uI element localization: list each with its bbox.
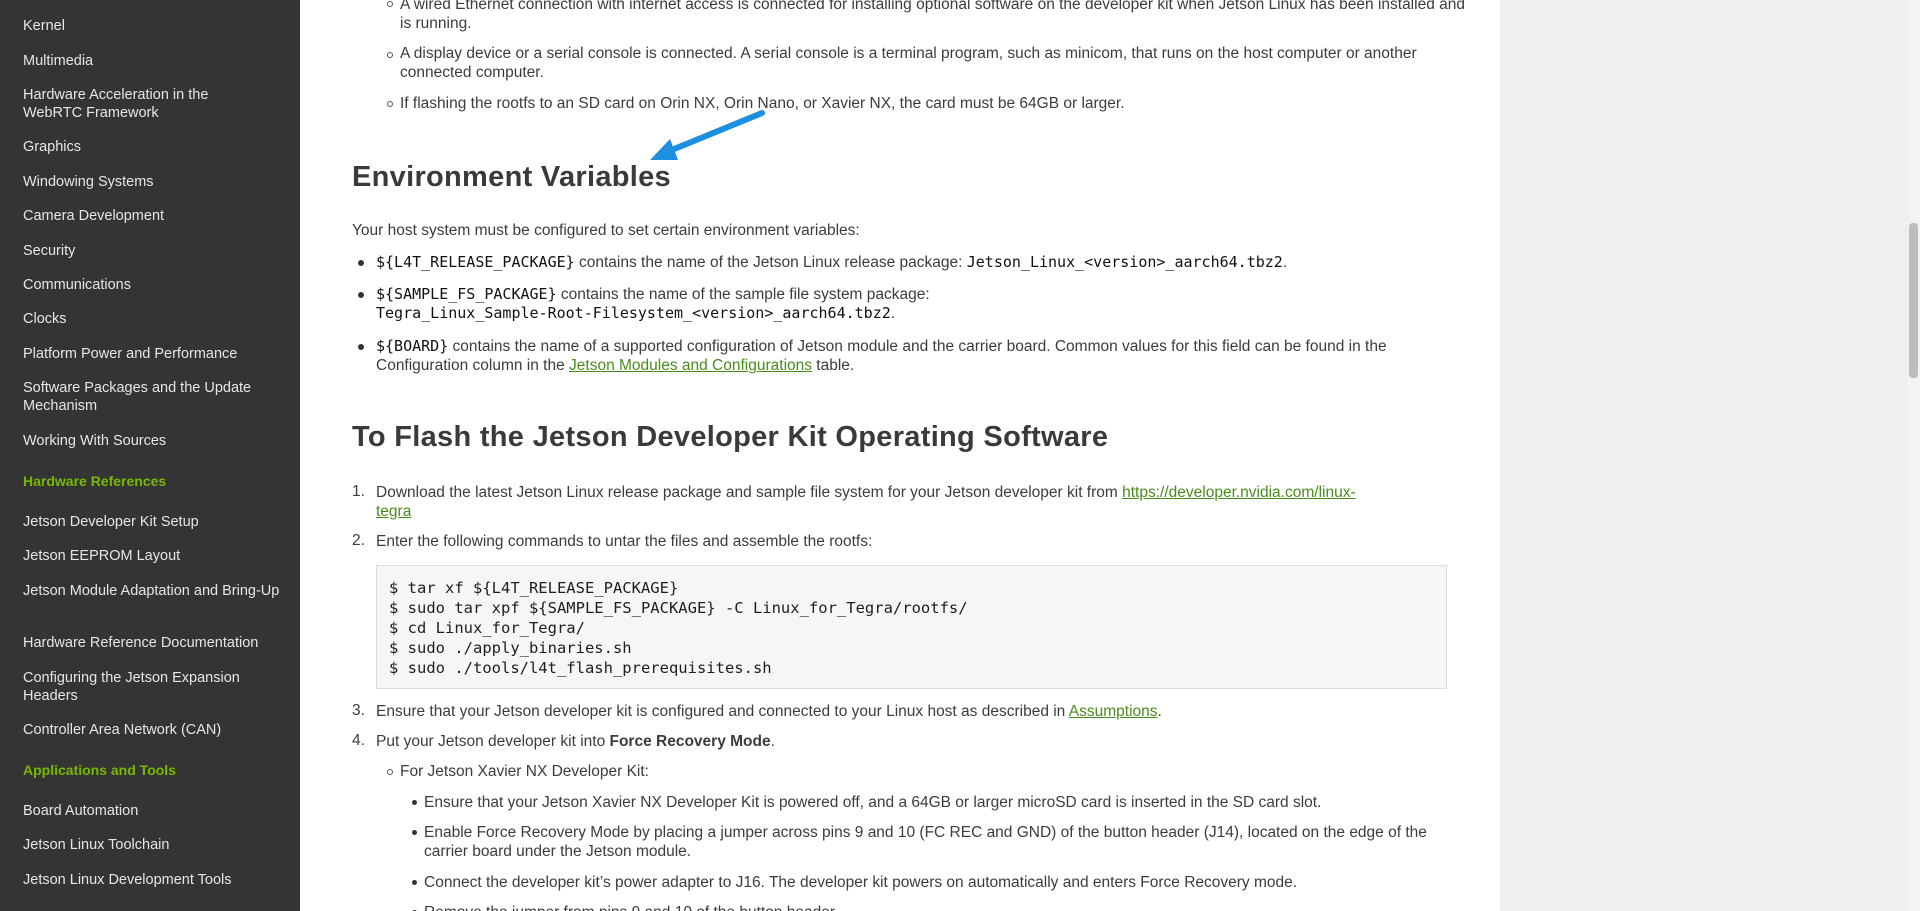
link-modules-configurations[interactable]: Jetson Modules and Configurations [569, 357, 812, 374]
code-l4t-release: ${L4T_RELEASE_PACKAGE} [376, 253, 575, 271]
link-developer-nvidia-cont[interactable]: tegra [376, 503, 411, 520]
sidebar-section-apps[interactable]: Applications and Tools [23, 761, 282, 779]
sidebar-item-webrtc[interactable]: Hardware Acceleration in the WebRTC Fram… [23, 86, 238, 122]
sidebar-section-hardware[interactable]: Hardware References [23, 472, 282, 490]
xavier-nx-heading: For Jetson Xavier NX Developer Kit: [400, 763, 649, 780]
list-bullet [387, 101, 393, 107]
step-number: 3. [352, 702, 365, 719]
sidebar-item-devkit-setup[interactable]: Jetson Developer Kit Setup [23, 513, 282, 531]
step-number: 1. [352, 483, 365, 500]
xavier-step-power-off: Ensure that your Jetson Xavier NX Develo… [424, 794, 1322, 811]
period: . [1282, 254, 1288, 271]
sidebar-item-can[interactable]: Controller Area Network (CAN) [23, 721, 282, 739]
sidebar-item-communications[interactable]: Communications [23, 276, 282, 294]
sidebar-item-camera[interactable]: Camera Development [23, 207, 282, 225]
env-variables-heading: Environment Variables [352, 161, 671, 193]
env-var2-text: contains the name of the sample file sys… [556, 286, 930, 303]
env-var3-tail: table. [812, 357, 855, 374]
step-ensure-connected: Ensure that your Jetson developer kit is… [376, 702, 1456, 721]
sidebar-item-sources[interactable]: Working With Sources [23, 432, 282, 450]
main-content: A wired Ethernet connection with interne… [300, 0, 1500, 911]
list-bullet [412, 880, 417, 885]
step3-text: Ensure that your Jetson developer kit is… [376, 703, 1069, 720]
env-var1-text: contains the name of the Jetson Linux re… [574, 254, 967, 271]
right-margin [1500, 0, 1908, 911]
sidebar-item-power[interactable]: Platform Power and Performance [23, 345, 282, 363]
list-bullet [387, 1, 393, 7]
xavier-step-jumper: Enable Force Recovery Mode by placing a … [424, 824, 1427, 860]
sidebar-item-toolchain[interactable]: Jetson Linux Toolchain [23, 836, 282, 854]
link-assumptions[interactable]: Assumptions [1069, 703, 1158, 720]
assumption-display: A display device or a serial console is … [400, 45, 1417, 81]
env-var-sample-fs: ${SAMPLE_FS_PACKAGE} contains the name o… [376, 285, 1476, 304]
code-block[interactable]: $ tar xf ${L4T_RELEASE_PACKAGE} $ sudo t… [376, 565, 1447, 689]
step-untar: Enter the following commands to untar th… [376, 533, 873, 550]
period: . [890, 305, 896, 322]
sidebar-item-security[interactable]: Security [23, 242, 282, 260]
period: . [1157, 703, 1162, 720]
list-bullet [358, 260, 364, 266]
step-number: 2. [352, 532, 365, 549]
link-developer-nvidia[interactable]: https://developer.nvidia.com/linux- [1122, 484, 1355, 501]
step-download-cont: tegra [376, 502, 411, 521]
list-bullet [358, 344, 364, 350]
step-force-recovery: Put your Jetson developer kit into Force… [376, 732, 775, 751]
sidebar-item-eeprom[interactable]: Jetson EEPROM Layout [23, 547, 282, 565]
list-bullet [387, 52, 393, 58]
sidebar-item-clocks[interactable]: Clocks [23, 310, 282, 328]
code-sample-fs: ${SAMPLE_FS_PACKAGE} [376, 285, 557, 303]
step-download: Download the latest Jetson Linux release… [376, 483, 1456, 502]
env-var-board: ${BOARD} contains the name of a supporte… [376, 337, 1456, 375]
sidebar-item-dev-tools[interactable]: Jetson Linux Development Tools [23, 871, 282, 889]
step1-text: Download the latest Jetson Linux release… [376, 484, 1123, 501]
xavier-step-power-adapter: Connect the developer kit’s power adapte… [424, 874, 1298, 891]
sidebar-item-software-packages[interactable]: Software Packages and the Update Mechani… [23, 379, 273, 415]
code-sample-fs-filename: Tegra_Linux_Sample-Root-Filesystem_<vers… [376, 304, 891, 322]
list-bullet [412, 830, 417, 835]
sidebar-item-multimedia[interactable]: Multimedia [23, 52, 282, 70]
assumption-ethernet: A wired Ethernet connection with interne… [400, 0, 1465, 32]
step4-text: Put your Jetson developer kit into [376, 733, 610, 750]
sidebar-item-kernel[interactable]: Kernel [23, 17, 282, 35]
env-var-release-package: ${L4T_RELEASE_PACKAGE} contains the name… [376, 253, 1476, 272]
env-intro: Your host system must be configured to s… [352, 222, 860, 239]
code-board: ${BOARD} [376, 337, 449, 355]
list-bullet [412, 800, 417, 805]
xavier-step-remove-jumper: Remove the jumper from pins 9 and 10 of … [424, 903, 1484, 911]
sidebar-item-windowing[interactable]: Windowing Systems [23, 173, 282, 191]
sidebar-item-hw-ref-docs[interactable]: Hardware Reference Documentation [23, 634, 282, 652]
sidebar-item-module-adaptation[interactable]: Jetson Module Adaptation and Bring-Up [23, 582, 283, 600]
sidebar-item-graphics[interactable]: Graphics [23, 138, 282, 156]
period: . [770, 733, 775, 750]
env-var-sample-fs-value: Tegra_Linux_Sample-Root-Filesystem_<vers… [376, 304, 1476, 323]
flash-heading: To Flash the Jetson Developer Kit Operat… [352, 421, 1109, 453]
list-bullet [387, 769, 393, 775]
force-recovery-bold: Force Recovery Mode [609, 733, 771, 750]
sidebar-item-expansion-headers[interactable]: Configuring the Jetson Expansion Headers [23, 669, 273, 705]
step-number: 4. [352, 732, 365, 749]
list-bullet [358, 292, 364, 298]
assumption-sd-card: If flashing the rootfs to an SD card on … [400, 95, 1125, 112]
sidebar-item-board-automation[interactable]: Board Automation [23, 802, 282, 820]
scrollbar-track[interactable] [1908, 0, 1920, 911]
scrollbar-thumb[interactable] [1909, 223, 1918, 378]
sidebar: Kernel Multimedia Hardware Acceleration … [0, 0, 300, 911]
env-var3-text: contains the name of a supported configu… [376, 338, 1387, 374]
code-release-filename: Jetson_Linux_<version>_aarch64.tbz2 [966, 253, 1283, 271]
